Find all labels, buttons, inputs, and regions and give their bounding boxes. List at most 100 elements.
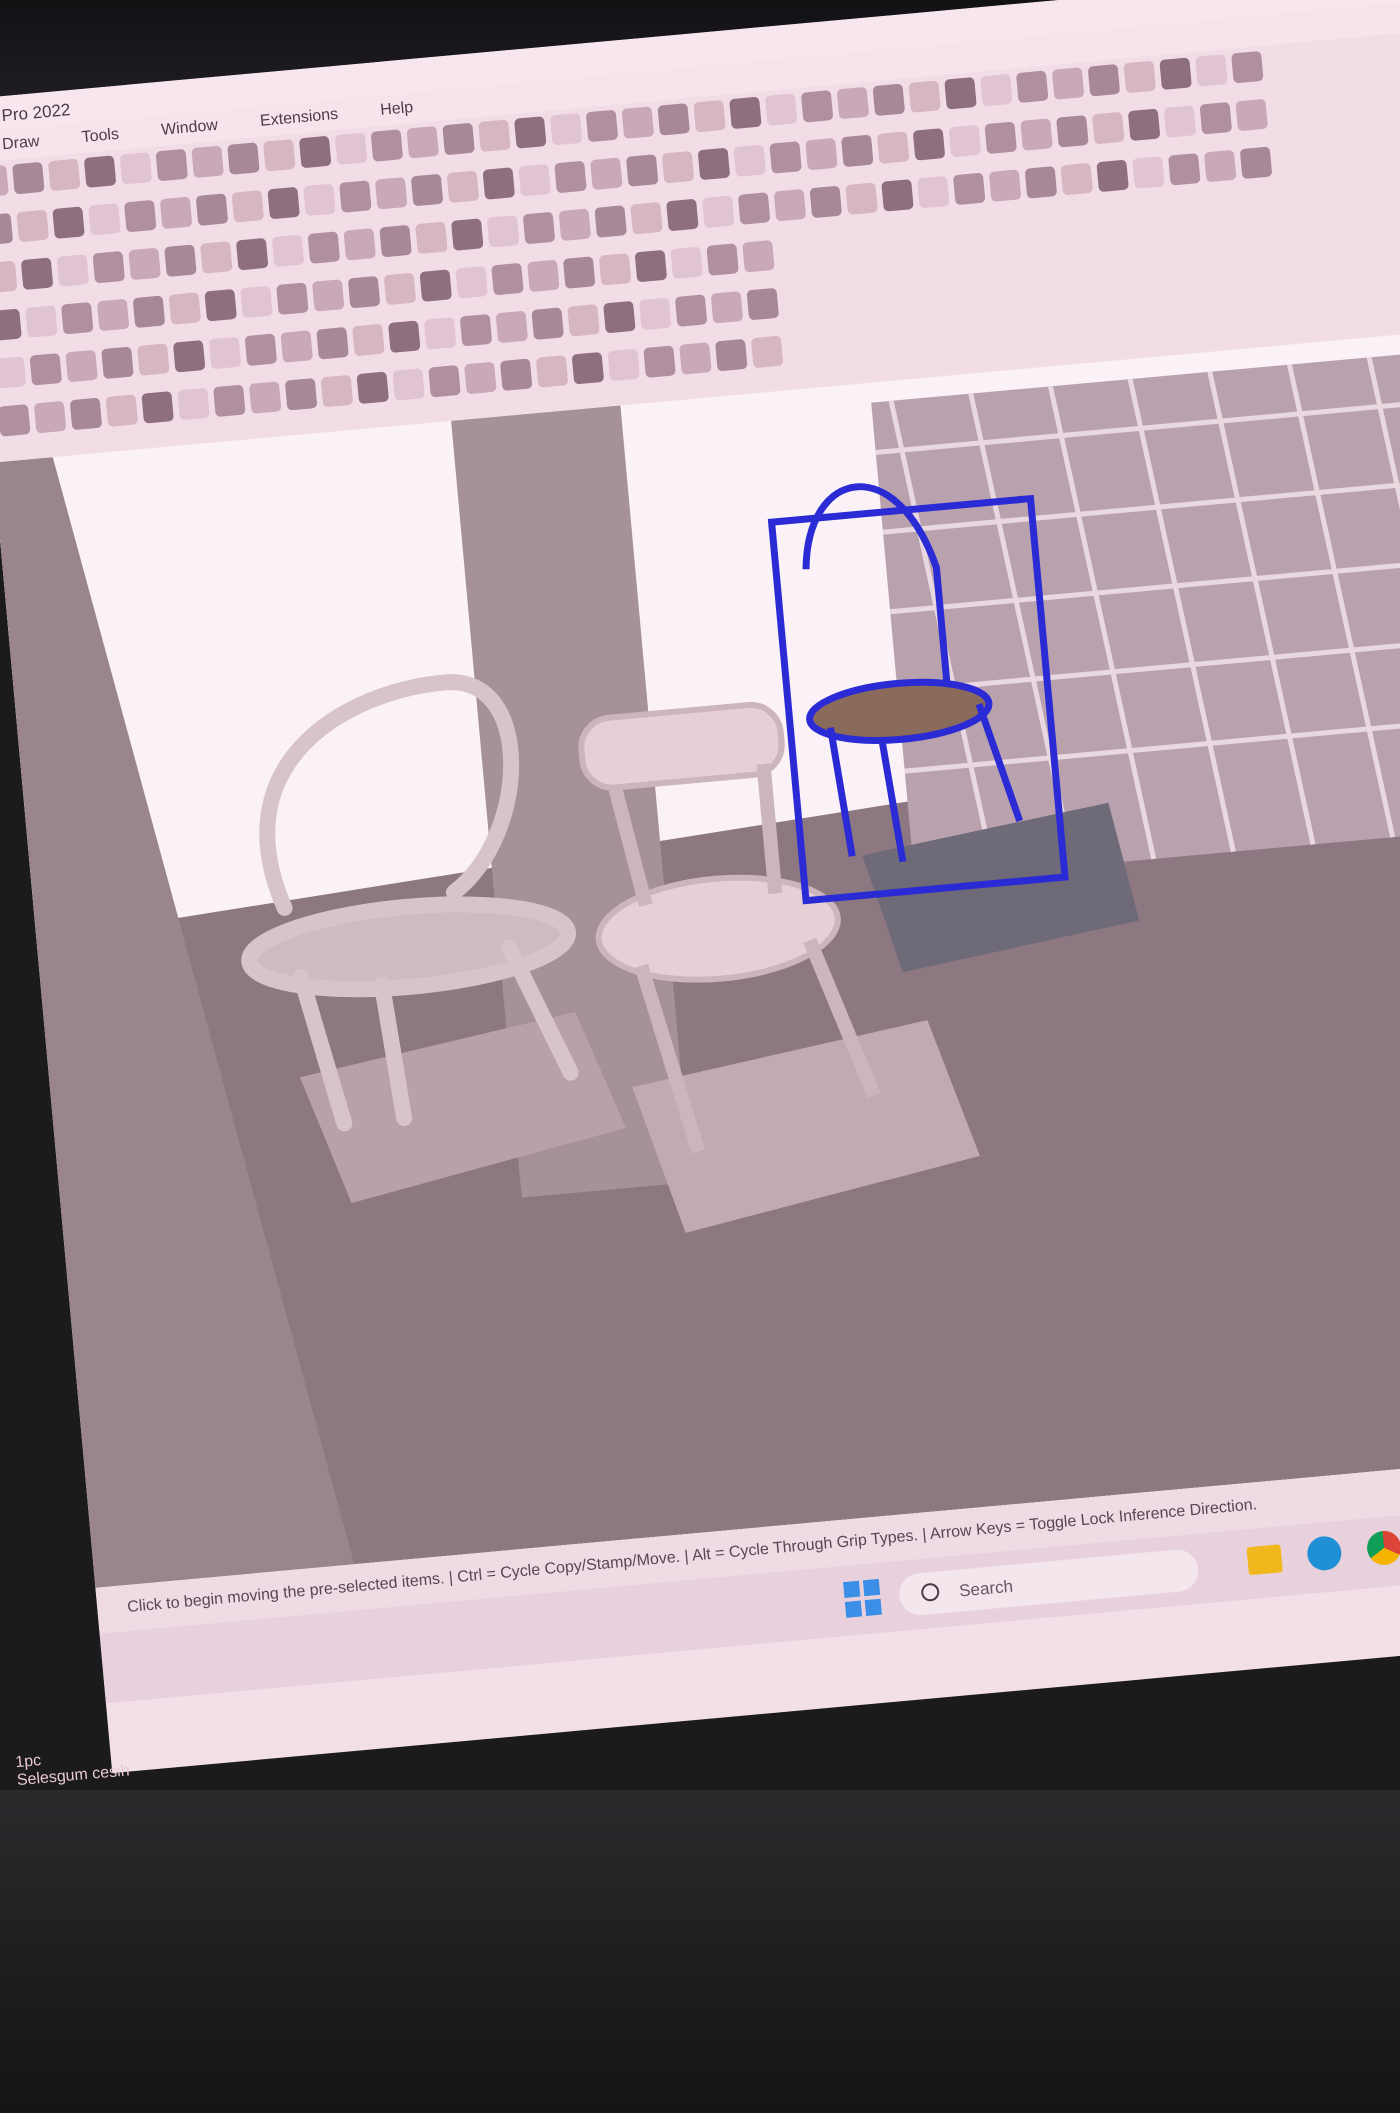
toolbar-tool-icon[interactable] xyxy=(52,206,85,239)
toolbar-tool-icon[interactable] xyxy=(16,209,50,243)
toolbar-tool-icon[interactable] xyxy=(478,119,511,153)
toolbar-tool-icon[interactable] xyxy=(944,76,977,110)
toolbar-tool-icon[interactable] xyxy=(65,349,98,383)
toolbar-tool-icon[interactable] xyxy=(172,339,206,373)
toolbar-tool-icon[interactable] xyxy=(621,106,655,139)
toolbar-tool-icon[interactable] xyxy=(231,190,265,223)
toolbar-tool-icon[interactable] xyxy=(244,333,278,367)
toolbar-tool-icon[interactable] xyxy=(276,282,309,315)
toolbar-tool-icon[interactable] xyxy=(908,80,941,113)
toolbar-tool-icon[interactable] xyxy=(248,381,282,414)
toolbar-tool-icon[interactable] xyxy=(535,355,569,388)
taskbar-search[interactable]: Search xyxy=(897,1547,1201,1617)
toolbar-tool-icon[interactable] xyxy=(769,141,802,174)
toolbar-tool-icon[interactable] xyxy=(83,155,117,188)
toolbar-tool-icon[interactable] xyxy=(379,224,412,258)
toolbar-tool-icon[interactable] xyxy=(554,160,587,194)
toolbar-tool-icon[interactable] xyxy=(733,144,767,177)
toolbar-tool-icon[interactable] xyxy=(912,128,946,161)
toolbar-tool-icon[interactable] xyxy=(164,244,197,277)
toolbar-tool-icon[interactable] xyxy=(531,307,564,340)
toolbar-tool-icon[interactable] xyxy=(191,145,224,179)
toolbar-tool-icon[interactable] xyxy=(374,177,408,210)
toolbar-tool-icon[interactable] xyxy=(513,116,547,149)
toolbar-tool-icon[interactable] xyxy=(701,195,735,229)
toolbar-tool-icon[interactable] xyxy=(1235,98,1268,132)
toolbar-tool-icon[interactable] xyxy=(442,122,475,156)
toolbar-tool-icon[interactable] xyxy=(1203,149,1237,183)
toolbar-tool-icon[interactable] xyxy=(562,256,596,289)
toolbar-tool-icon[interactable] xyxy=(876,131,910,164)
menu-tools[interactable]: Tools xyxy=(81,126,120,147)
toolbar-tool-icon[interactable] xyxy=(119,152,153,185)
toolbar-tool-icon[interactable] xyxy=(638,297,672,331)
toolbar-tool-icon[interactable] xyxy=(1127,108,1161,142)
toolbar-tool-icon[interactable] xyxy=(706,243,739,276)
toolbar-tool-icon[interactable] xyxy=(1051,67,1085,100)
toolbar-tool-icon[interactable] xyxy=(307,231,341,264)
toolbar-tool-icon[interactable] xyxy=(213,384,246,418)
toolbar-tool-icon[interactable] xyxy=(603,300,636,334)
toolbar-tool-icon[interactable] xyxy=(227,142,260,175)
toolbar-tool-icon[interactable] xyxy=(1195,54,1228,87)
toolbar-tool-icon[interactable] xyxy=(208,336,242,370)
toolbar-tool-icon[interactable] xyxy=(455,266,488,299)
toolbar-tool-icon[interactable] xyxy=(841,134,874,168)
toolbar-tool-icon[interactable] xyxy=(661,150,695,184)
toolbar-tool-icon[interactable] xyxy=(159,196,193,230)
toolbar-tool-icon[interactable] xyxy=(195,193,229,226)
toolbar-tool-icon[interactable] xyxy=(881,179,914,212)
toolbar-tool-icon[interactable] xyxy=(339,180,372,213)
toolbar-tool-icon[interactable] xyxy=(1056,115,1089,148)
toolbar-tool-icon[interactable] xyxy=(666,198,699,232)
toolbar-tool-icon[interactable] xyxy=(141,391,174,424)
toolbar-tool-icon[interactable] xyxy=(105,394,139,427)
toolbar-tool-icon[interactable] xyxy=(25,305,58,338)
folder-icon[interactable] xyxy=(1246,1544,1283,1576)
toolbar-tool-icon[interactable] xyxy=(527,259,560,293)
toolbar-tool-icon[interactable] xyxy=(459,313,493,347)
toolbar-tool-icon[interactable] xyxy=(383,272,417,306)
toolbar-tool-icon[interactable] xyxy=(1239,146,1273,180)
toolbar-tool-icon[interactable] xyxy=(845,182,878,215)
toolbar-tool-icon[interactable] xyxy=(204,288,237,322)
toolbar-tool-icon[interactable] xyxy=(347,275,381,309)
toolbar-tool-icon[interactable] xyxy=(948,124,982,158)
toolbar-tool-icon[interactable] xyxy=(370,129,404,162)
toolbar-tool-icon[interactable] xyxy=(280,330,314,363)
toolbar-tool-icon[interactable] xyxy=(679,342,712,375)
toolbar-tool-icon[interactable] xyxy=(693,99,726,133)
toolbar-tool-icon[interactable] xyxy=(0,308,22,342)
toolbar-tool-icon[interactable] xyxy=(1087,63,1121,97)
toolbar-tool-icon[interactable] xyxy=(428,364,461,398)
toolbar-tool-icon[interactable] xyxy=(47,158,81,192)
toolbar-tool-icon[interactable] xyxy=(742,239,775,273)
toolbar-tool-icon[interactable] xyxy=(805,137,838,171)
toolbar-tool-icon[interactable] xyxy=(710,291,744,324)
toolbar-tool-icon[interactable] xyxy=(495,310,529,344)
toolbar-tool-icon[interactable] xyxy=(549,112,583,146)
toolbar-tool-icon[interactable] xyxy=(670,246,704,280)
toolbar-tool-icon[interactable] xyxy=(387,320,421,354)
toolbar-tool-icon[interactable] xyxy=(1231,50,1264,84)
toolbar-tool-icon[interactable] xyxy=(643,345,676,378)
toolbar-tool-icon[interactable] xyxy=(764,93,798,126)
toolbar-tool-icon[interactable] xyxy=(585,109,619,143)
toolbar-tool-icon[interactable] xyxy=(800,90,834,123)
toolbar-tool-icon[interactable] xyxy=(356,371,390,405)
toolbar-tool-icon[interactable] xyxy=(674,294,708,327)
toolbar-tool-icon[interactable] xyxy=(410,173,444,207)
toolbar-tool-icon[interactable] xyxy=(33,400,67,434)
toolbar-tool-icon[interactable] xyxy=(1123,60,1157,94)
toolbar-tool-icon[interactable] xyxy=(809,185,843,219)
toolbar-tool-icon[interactable] xyxy=(980,73,1013,107)
toolbar-tool-icon[interactable] xyxy=(607,348,641,382)
toolbar-tool-icon[interactable] xyxy=(419,269,453,302)
toolbar-tool-icon[interactable] xyxy=(298,135,332,169)
toolbar-tool-icon[interactable] xyxy=(630,201,663,235)
toolbar-tool-icon[interactable] xyxy=(92,250,126,284)
toolbar-tool-icon[interactable] xyxy=(464,361,497,395)
windows-icon[interactable] xyxy=(842,1578,883,1618)
toolbar-tool-icon[interactable] xyxy=(1020,118,1053,151)
toolbar-tool-icon[interactable] xyxy=(598,253,632,286)
